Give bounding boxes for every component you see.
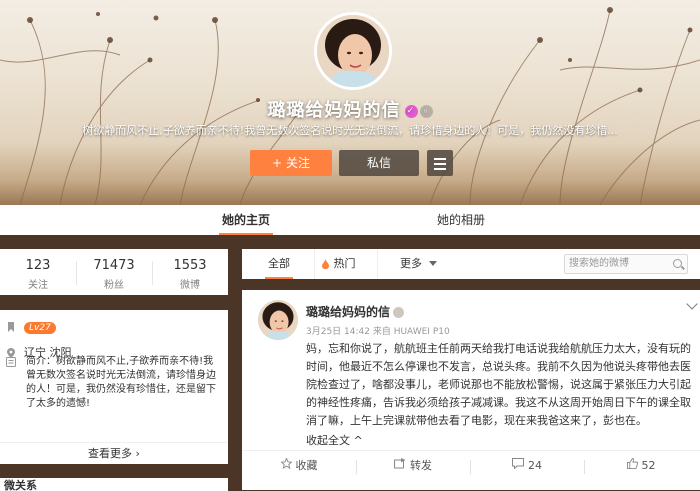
stat-number: 123 — [25, 258, 51, 273]
bookmark-icon — [6, 322, 16, 332]
profile-avatar[interactable] — [314, 12, 392, 90]
tab-home[interactable]: 她的主页 — [218, 205, 274, 235]
bio-text: 简介：树欲静而风不止,子欲养而亲不待!我曾无数次签名说时光无法倒流，请珍惜身边的… — [26, 356, 216, 409]
level-row: Lv27 — [6, 320, 56, 334]
follow-label: 关注 — [285, 156, 310, 170]
search-icon[interactable] — [673, 259, 682, 268]
flame-icon — [321, 257, 334, 270]
post-meta: 3月25日 14:42 来自 HUAWEI P10 — [306, 327, 450, 337]
feed-post: 璐璐给妈妈的信 3月25日 14:42 来自 HUAWEI P10 妈，忘和你说… — [242, 290, 700, 490]
post-text: 妈，忘和你说了，航航班主任前两天给我打电话说我给航航压力太大，没有玩的时间，他最… — [306, 342, 691, 427]
like-count: 52 — [641, 459, 656, 472]
filter-more-dropdown[interactable]: 更多 — [400, 249, 437, 279]
avatar-portrait-image — [258, 300, 298, 340]
comment-count: 24 — [528, 459, 542, 472]
profile-nickname: 璐璐给妈妈的信 ✓ ◦ — [0, 96, 700, 122]
feed-filter-bar: 全部 热门 更多 搜索她的微博 — [242, 249, 700, 279]
profile-tabs: 她的主页 她的相册 — [0, 205, 700, 235]
repost-label: 转发 — [410, 459, 432, 472]
filter-all[interactable]: 全部 — [265, 249, 293, 279]
favorite-button[interactable]: 收藏 — [242, 451, 356, 481]
more-actions-button[interactable] — [427, 150, 453, 176]
filter-hot[interactable]: 热门 — [314, 249, 378, 279]
verified-badge-icon[interactable]: ✓ — [404, 104, 418, 118]
profile-intro: 树欲静而风不止,子欲养而亲不待!我曾无数次签名说时光无法倒流，请珍惜身边的人！可… — [82, 124, 618, 137]
post-actions: 收藏 转发 24 52 — [242, 450, 700, 480]
comment-button[interactable]: 24 — [470, 451, 584, 481]
star-icon — [279, 451, 293, 481]
search-placeholder: 搜索她的微博 — [569, 258, 629, 269]
stat-posts[interactable]: 1553 微博 — [152, 249, 228, 291]
post-options-chevron-icon[interactable] — [686, 298, 698, 310]
nickname-text: 璐璐给妈妈的信 — [267, 100, 401, 121]
member-badge-icon[interactable]: ◦ — [419, 104, 433, 118]
stat-number: 1553 — [173, 258, 207, 273]
post-author-avatar[interactable] — [258, 300, 298, 340]
collapse-text-link[interactable]: 收起全文 ^ — [306, 432, 363, 448]
message-button[interactable]: 私信 — [339, 150, 419, 176]
stat-followers[interactable]: 71473 粉丝 — [76, 249, 152, 291]
stat-label: 微博 — [180, 280, 200, 291]
stat-following[interactable]: 123 关注 — [0, 249, 76, 291]
post-author-name-text[interactable]: 璐璐给妈妈的信 — [306, 305, 390, 319]
follow-button[interactable]: + 关注 — [250, 150, 332, 176]
repost-icon — [394, 451, 406, 481]
post-author-name: 璐璐给妈妈的信 — [306, 303, 405, 320]
message-label: 私信 — [366, 156, 391, 170]
info-icon — [6, 357, 16, 372]
profile-info-panel: Lv27 辽宁 沈阳 简介：树欲静而风不止,子欲养而亲不待!我曾无数次签名说时光… — [0, 310, 228, 464]
thumbs-up-icon — [626, 451, 638, 481]
avatar-portrait-image — [317, 15, 389, 87]
bio-row: 简介：树欲静而风不止,子欲养而亲不待!我曾无数次签名说时光无法倒流，请珍惜身边的… — [6, 355, 222, 411]
repost-button[interactable]: 转发 — [356, 451, 470, 481]
tab-album[interactable]: 她的相册 — [437, 205, 485, 235]
member-badge-icon[interactable] — [393, 307, 405, 318]
see-more-link[interactable]: 查看更多 › — [0, 442, 228, 464]
stats-panel: 123 关注 71473 粉丝 1553 微博 — [0, 249, 228, 295]
menu-icon — [434, 158, 446, 173]
profile-cover: 璐璐给妈妈的信 ✓ ◦ 树欲静而风不止,子欲养而亲不待!我曾无数次签名说时光无法倒流… — [0, 0, 700, 205]
stat-number: 71473 — [93, 258, 135, 273]
like-button[interactable]: 52 — [584, 451, 698, 481]
stat-label: 关注 — [28, 280, 48, 291]
relations-heading: 微关系 — [0, 478, 228, 491]
filter-hot-label: 热门 — [333, 257, 356, 270]
level-badge[interactable]: Lv27 — [24, 322, 56, 334]
search-input[interactable]: 搜索她的微博 — [564, 254, 688, 274]
filter-more-label: 更多 — [400, 257, 422, 270]
stat-label: 粉丝 — [104, 280, 124, 291]
comment-icon — [512, 451, 524, 481]
plus-icon: + — [272, 156, 283, 170]
favorite-label: 收藏 — [295, 459, 318, 472]
chevron-down-icon — [426, 257, 437, 270]
